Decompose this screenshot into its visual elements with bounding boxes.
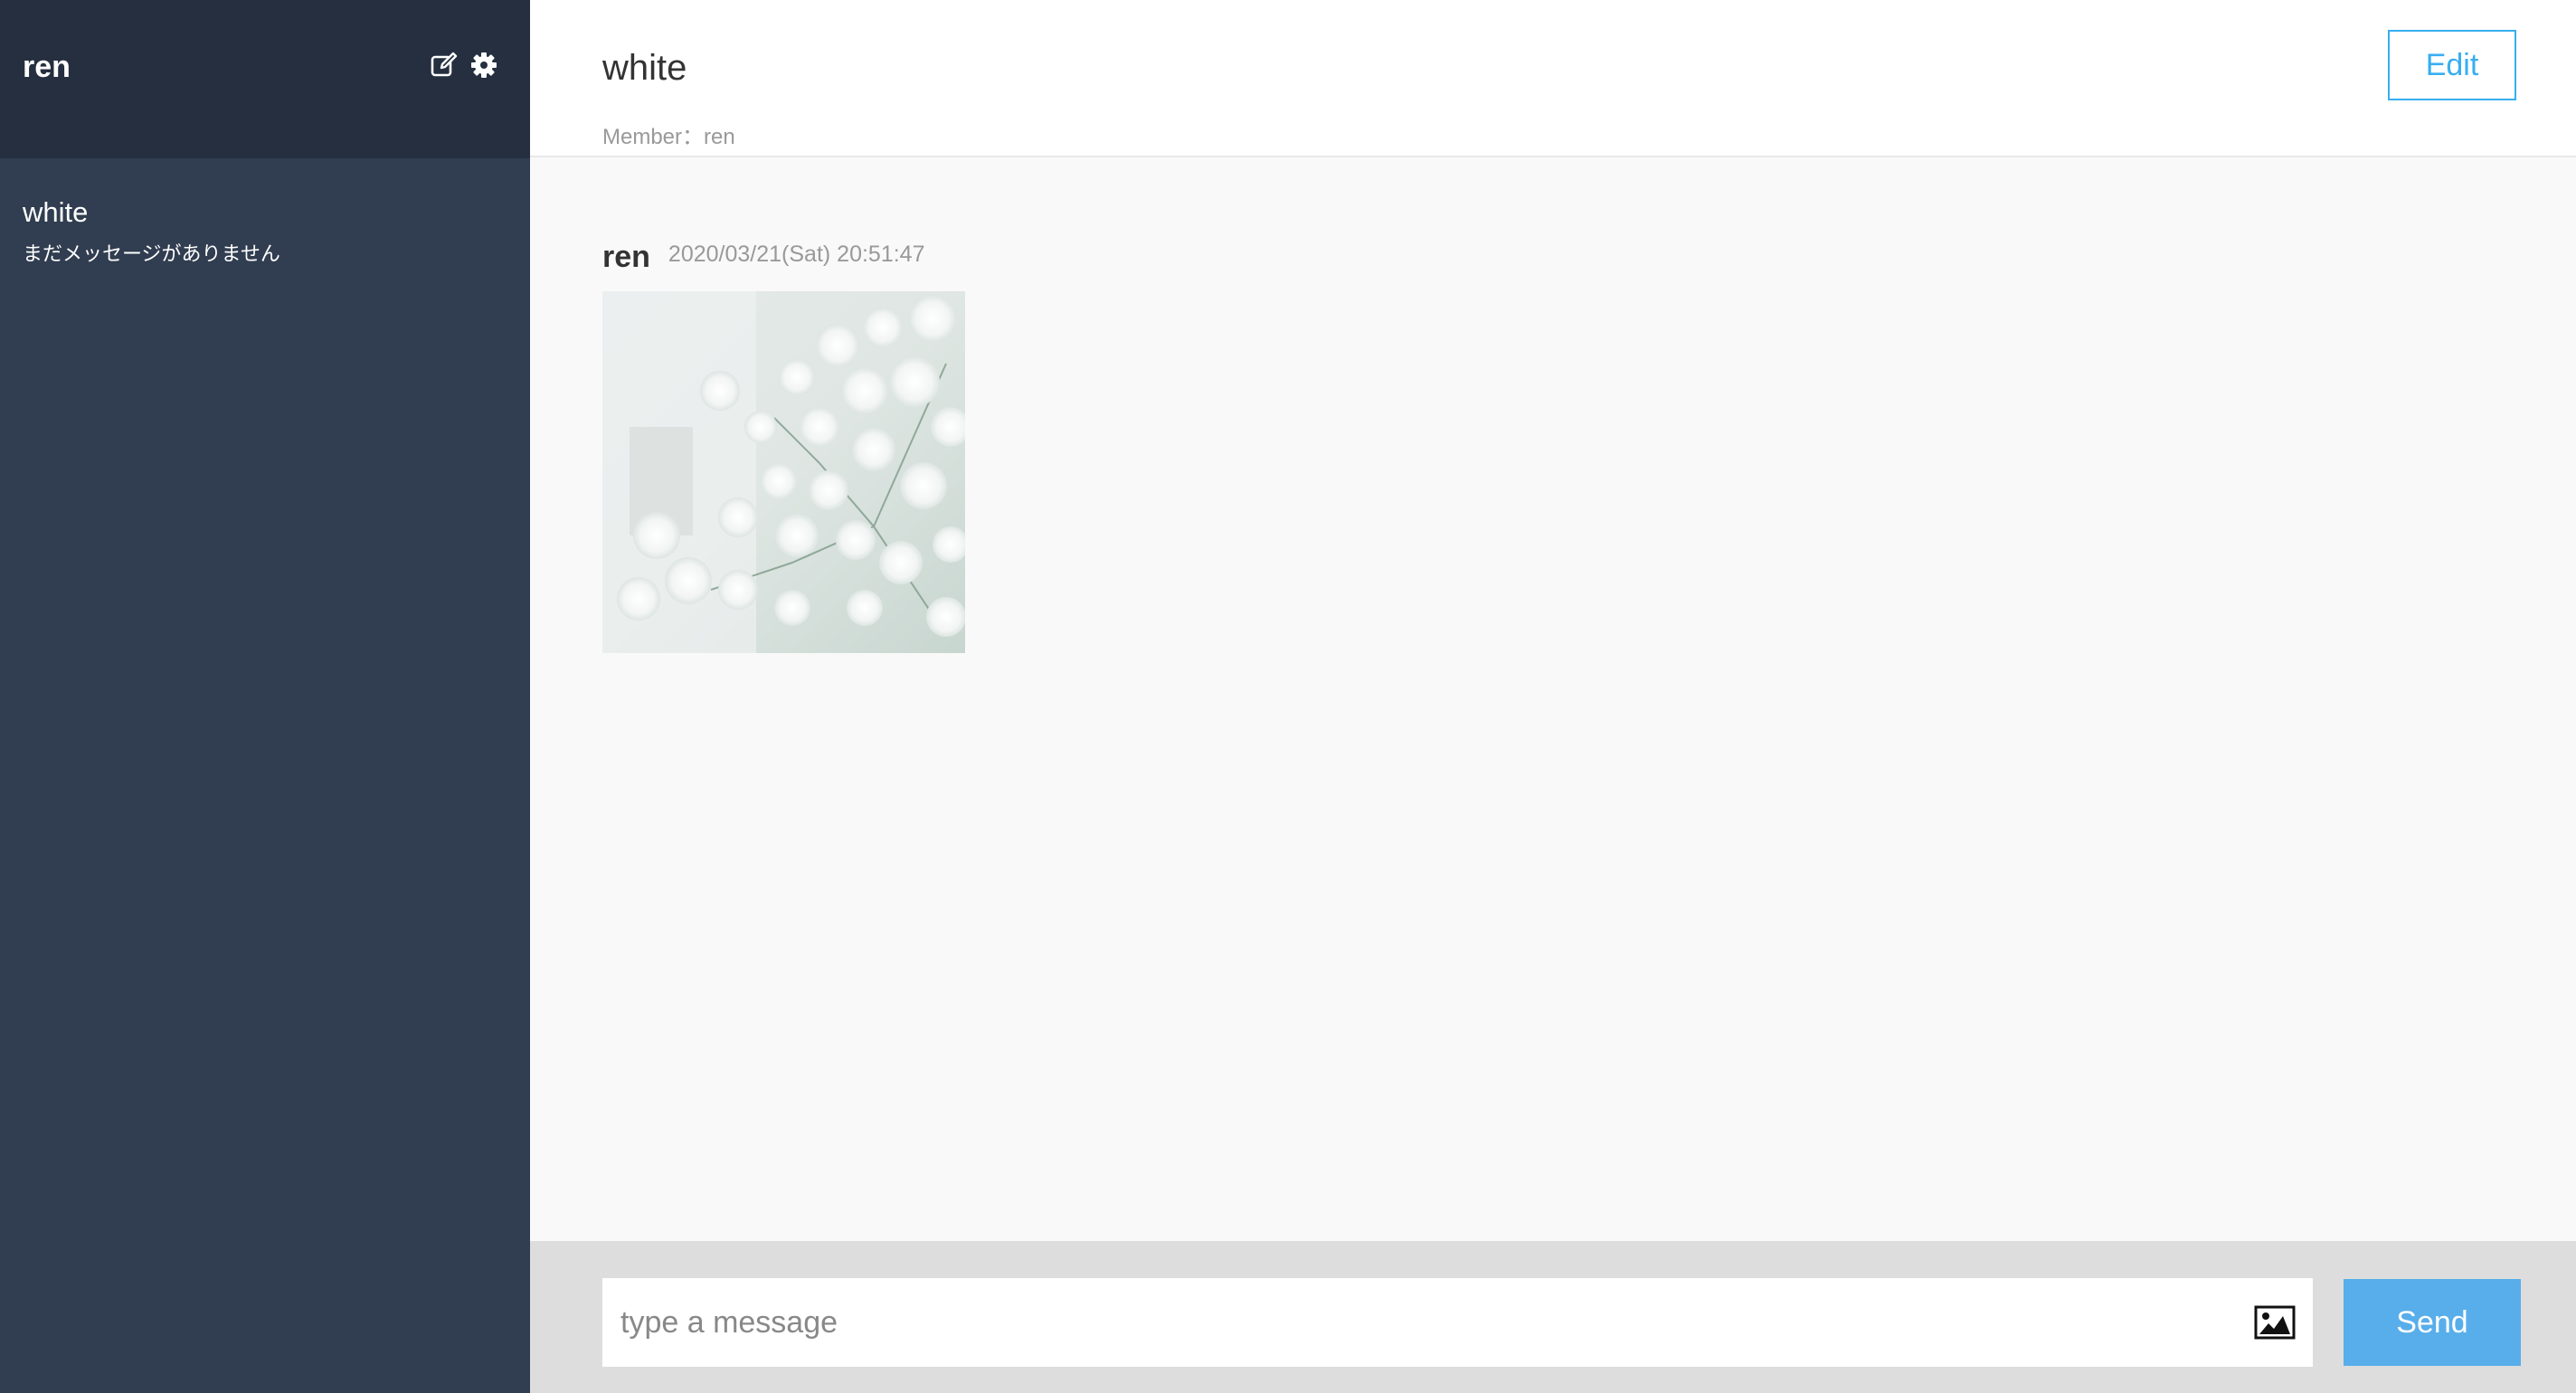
- sidebar-header-icons: [430, 51, 498, 80]
- message-input-wrapper: [602, 1278, 2313, 1367]
- sidebar: ren white まだメッセージがありません: [0, 0, 530, 1393]
- message: ren 2020/03/21(Sat) 20:51:47: [602, 240, 965, 653]
- edit-group-button[interactable]: Edit: [2388, 30, 2516, 100]
- message-user: ren: [602, 240, 650, 274]
- edit-icon[interactable]: [430, 51, 459, 80]
- group-name: white: [23, 196, 89, 228]
- group-list: white まだメッセージがありません: [0, 158, 530, 267]
- chat-header: white Member：ren Edit: [530, 0, 2576, 157]
- sidebar-header: ren: [0, 0, 530, 158]
- send-button[interactable]: Send: [2344, 1279, 2521, 1366]
- gear-icon[interactable]: [469, 51, 498, 80]
- message-date: 2020/03/21(Sat) 20:51:47: [668, 242, 925, 267]
- group-title: white: [602, 48, 687, 88]
- message-image: [602, 291, 965, 653]
- message-meta: ren 2020/03/21(Sat) 20:51:47: [602, 240, 965, 275]
- image-icon[interactable]: [2254, 1305, 2296, 1340]
- chat-app: ren white まだメッセージがありません white Member：ren…: [0, 0, 2576, 1393]
- member-list: Member：ren: [602, 125, 735, 149]
- message-composer: Send: [530, 1241, 2576, 1393]
- message-input[interactable]: [602, 1278, 2230, 1367]
- group-item-white[interactable]: white まだメッセージがありません: [0, 194, 530, 267]
- message-list: ren 2020/03/21(Sat) 20:51:47: [602, 240, 965, 653]
- group-last-message: まだメッセージがありません: [23, 242, 280, 265]
- chat-main: white Member：ren Edit ren 2020/03/21(Sat…: [530, 0, 2576, 1393]
- current-user-name: ren: [23, 50, 71, 84]
